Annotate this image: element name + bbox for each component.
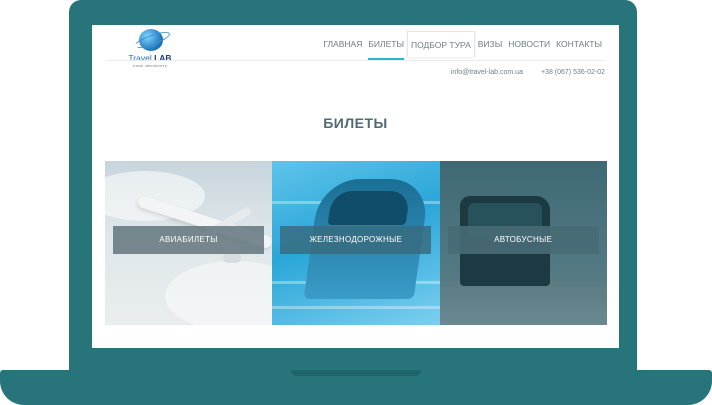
header-contacts: info@travel-lab.com.ua +38 (067) 536-02-… bbox=[451, 69, 605, 76]
tile-bus-tickets[interactable]: АВТОБУСНЫЕ bbox=[439, 161, 607, 325]
contact-phone[interactable]: +38 (067) 536-02-02 bbox=[541, 69, 605, 76]
tile-rail-tickets[interactable]: ЖЕЛЕЗНОДОРОЖНЫЕ bbox=[272, 161, 440, 325]
header-divider bbox=[106, 60, 605, 61]
airplane-engine bbox=[223, 253, 241, 263]
website-screen: Travel LAB travel laboratories ГЛАВНАЯ Б… bbox=[92, 25, 619, 348]
laptop-base bbox=[0, 370, 712, 405]
ticket-categories: АВИАБИЛЕТЫ ЖЕЛЕЗНОДОРОЖНЫЕ АВТОБУСНЫЕ bbox=[105, 161, 607, 325]
nav-item-visas[interactable]: ВИЗЫ bbox=[475, 37, 505, 51]
cloud-shape bbox=[165, 261, 273, 325]
globe-icon bbox=[139, 29, 163, 51]
page-title: БИЛЕТЫ bbox=[323, 115, 388, 131]
tile-air-tickets[interactable]: АВИАБИЛЕТЫ bbox=[105, 161, 273, 325]
air-tickets-button[interactable]: АВИАБИЛЕТЫ bbox=[113, 226, 264, 254]
bus-tickets-button[interactable]: АВТОБУСНЫЕ bbox=[447, 226, 599, 254]
main-nav: ГЛАВНАЯ БИЛЕТЫ ПОДБОР ТУРА ВИЗЫ НОВОСТИ … bbox=[320, 31, 605, 60]
motion-stripe bbox=[272, 306, 440, 309]
nav-item-tour-selection[interactable]: ПОДБОР ТУРА bbox=[407, 31, 475, 57]
nav-item-tickets[interactable]: БИЛЕТЫ bbox=[365, 37, 407, 60]
nav-item-contacts[interactable]: КОНТАКТЫ bbox=[553, 37, 605, 51]
nav-item-home[interactable]: ГЛАВНАЯ bbox=[320, 37, 365, 51]
train-window bbox=[327, 191, 411, 225]
site-header: Travel LAB travel laboratories ГЛАВНАЯ Б… bbox=[92, 25, 619, 85]
logo-tagline: travel laboratories bbox=[133, 64, 167, 68]
road-shape bbox=[439, 281, 607, 325]
logo-wordmark: Travel LAB bbox=[128, 53, 172, 63]
rail-tickets-button[interactable]: ЖЕЛЕЗНОДОРОЖНЫЕ bbox=[280, 226, 432, 254]
laptop-notch bbox=[291, 370, 421, 376]
contact-email[interactable]: info@travel-lab.com.ua bbox=[451, 69, 523, 76]
nav-item-news[interactable]: НОВОСТИ bbox=[505, 37, 553, 51]
travel-lab-logo[interactable]: Travel LAB travel laboratories bbox=[126, 29, 174, 74]
